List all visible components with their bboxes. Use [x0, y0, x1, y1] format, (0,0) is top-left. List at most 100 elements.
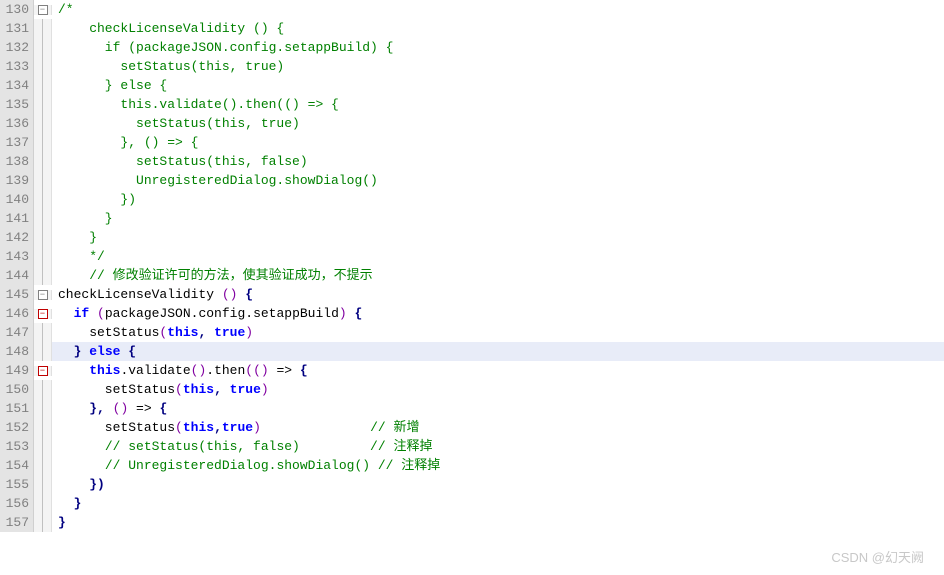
- code-line[interactable]: 146− if (packageJSON.config.setappBuild)…: [0, 304, 944, 323]
- line-number: 155: [0, 475, 34, 494]
- line-number: 138: [0, 152, 34, 171]
- code-line[interactable]: 143 */: [0, 247, 944, 266]
- code-content[interactable]: // UnregisteredDialog.showDialog() // 注释…: [52, 456, 944, 475]
- line-number: 144: [0, 266, 34, 285]
- fold-gutter: [34, 171, 52, 190]
- code-line[interactable]: 133 setStatus(this, true): [0, 57, 944, 76]
- fold-gutter[interactable]: −: [34, 309, 52, 319]
- code-content[interactable]: if (packageJSON.config.setappBuild) {: [52, 304, 944, 323]
- fold-gutter: [34, 19, 52, 38]
- code-content[interactable]: } else {: [52, 342, 944, 361]
- code-content[interactable]: setStatus(this, true): [52, 323, 944, 342]
- fold-gutter: [34, 190, 52, 209]
- fold-gutter[interactable]: −: [34, 366, 52, 376]
- code-content[interactable]: setStatus(this, true): [52, 380, 944, 399]
- code-line[interactable]: 157}: [0, 513, 944, 532]
- code-line[interactable]: 145−checkLicenseValidity () {: [0, 285, 944, 304]
- fold-gutter: [34, 228, 52, 247]
- code-content[interactable]: }: [52, 494, 944, 513]
- fold-gutter: [34, 418, 52, 437]
- fold-gutter: [34, 133, 52, 152]
- fold-gutter: [34, 437, 52, 456]
- fold-gutter: [34, 247, 52, 266]
- code-line[interactable]: 148 } else {: [0, 342, 944, 361]
- code-line[interactable]: 140 }): [0, 190, 944, 209]
- code-content[interactable]: checkLicenseValidity () {: [52, 285, 944, 304]
- line-number: 152: [0, 418, 34, 437]
- code-line[interactable]: 154 // UnregisteredDialog.showDialog() /…: [0, 456, 944, 475]
- code-line[interactable]: 138 setStatus(this, false): [0, 152, 944, 171]
- code-content[interactable]: setStatus(this, false): [52, 152, 944, 171]
- line-number: 140: [0, 190, 34, 209]
- code-line[interactable]: 136 setStatus(this, true): [0, 114, 944, 133]
- code-line[interactable]: 142 }: [0, 228, 944, 247]
- code-line[interactable]: 130−/*: [0, 0, 944, 19]
- fold-gutter: [34, 152, 52, 171]
- line-number: 137: [0, 133, 34, 152]
- code-line[interactable]: 153 // setStatus(this, false) // 注释掉: [0, 437, 944, 456]
- code-content[interactable]: if (packageJSON.config.setappBuild) {: [52, 38, 944, 57]
- watermark: CSDN @幻天阙: [831, 548, 924, 567]
- code-content[interactable]: }, () => {: [52, 399, 944, 418]
- fold-gutter: [34, 114, 52, 133]
- code-line[interactable]: 147 setStatus(this, true): [0, 323, 944, 342]
- line-number: 132: [0, 38, 34, 57]
- line-number: 156: [0, 494, 34, 513]
- fold-gutter: [34, 399, 52, 418]
- code-line[interactable]: 134 } else {: [0, 76, 944, 95]
- line-number: 136: [0, 114, 34, 133]
- code-content[interactable]: // setStatus(this, false) // 注释掉: [52, 437, 944, 456]
- line-number: 135: [0, 95, 34, 114]
- code-content[interactable]: }): [52, 475, 944, 494]
- code-line[interactable]: 135 this.validate().then(() => {: [0, 95, 944, 114]
- line-number: 148: [0, 342, 34, 361]
- line-number: 139: [0, 171, 34, 190]
- code-line[interactable]: 151 }, () => {: [0, 399, 944, 418]
- code-content[interactable]: /*: [52, 0, 944, 19]
- line-number: 150: [0, 380, 34, 399]
- code-content[interactable]: }: [52, 228, 944, 247]
- line-number: 130: [0, 0, 34, 19]
- line-number: 141: [0, 209, 34, 228]
- line-number: 147: [0, 323, 34, 342]
- code-content[interactable]: }, () => {: [52, 133, 944, 152]
- code-line[interactable]: 132 if (packageJSON.config.setappBuild) …: [0, 38, 944, 57]
- code-content[interactable]: }: [52, 209, 944, 228]
- code-line[interactable]: 144 // 修改验证许可的方法，使其验证成功，不提示: [0, 266, 944, 285]
- code-content[interactable]: setStatus(this,true) // 新增: [52, 418, 944, 437]
- code-content[interactable]: this.validate().then(() => {: [52, 95, 944, 114]
- code-line[interactable]: 152 setStatus(this,true) // 新增: [0, 418, 944, 437]
- fold-gutter: [34, 513, 52, 532]
- code-content[interactable]: UnregisteredDialog.showDialog(): [52, 171, 944, 190]
- code-content[interactable]: } else {: [52, 76, 944, 95]
- line-number: 133: [0, 57, 34, 76]
- fold-gutter: [34, 494, 52, 513]
- code-line[interactable]: 131 checkLicenseValidity () {: [0, 19, 944, 38]
- code-content[interactable]: checkLicenseValidity () {: [52, 19, 944, 38]
- line-number: 131: [0, 19, 34, 38]
- fold-gutter[interactable]: −: [34, 290, 52, 300]
- code-content[interactable]: setStatus(this, true): [52, 57, 944, 76]
- code-line[interactable]: 139 UnregisteredDialog.showDialog(): [0, 171, 944, 190]
- code-line[interactable]: 141 }: [0, 209, 944, 228]
- code-content[interactable]: // 修改验证许可的方法，使其验证成功，不提示: [52, 266, 944, 285]
- code-line[interactable]: 156 }: [0, 494, 944, 513]
- code-content[interactable]: */: [52, 247, 944, 266]
- line-number: 154: [0, 456, 34, 475]
- fold-gutter: [34, 475, 52, 494]
- line-number: 149: [0, 361, 34, 380]
- code-line[interactable]: 155 }): [0, 475, 944, 494]
- fold-gutter: [34, 95, 52, 114]
- code-line[interactable]: 137 }, () => {: [0, 133, 944, 152]
- code-line[interactable]: 149− this.validate().then(() => {: [0, 361, 944, 380]
- fold-gutter: [34, 57, 52, 76]
- code-content[interactable]: }: [52, 513, 944, 532]
- fold-gutter: [34, 456, 52, 475]
- fold-gutter: [34, 266, 52, 285]
- code-content[interactable]: }): [52, 190, 944, 209]
- code-content[interactable]: setStatus(this, true): [52, 114, 944, 133]
- code-content[interactable]: this.validate().then(() => {: [52, 361, 944, 380]
- code-editor[interactable]: 130−/*131 checkLicenseValidity () {132 i…: [0, 0, 944, 532]
- code-line[interactable]: 150 setStatus(this, true): [0, 380, 944, 399]
- fold-gutter[interactable]: −: [34, 5, 52, 15]
